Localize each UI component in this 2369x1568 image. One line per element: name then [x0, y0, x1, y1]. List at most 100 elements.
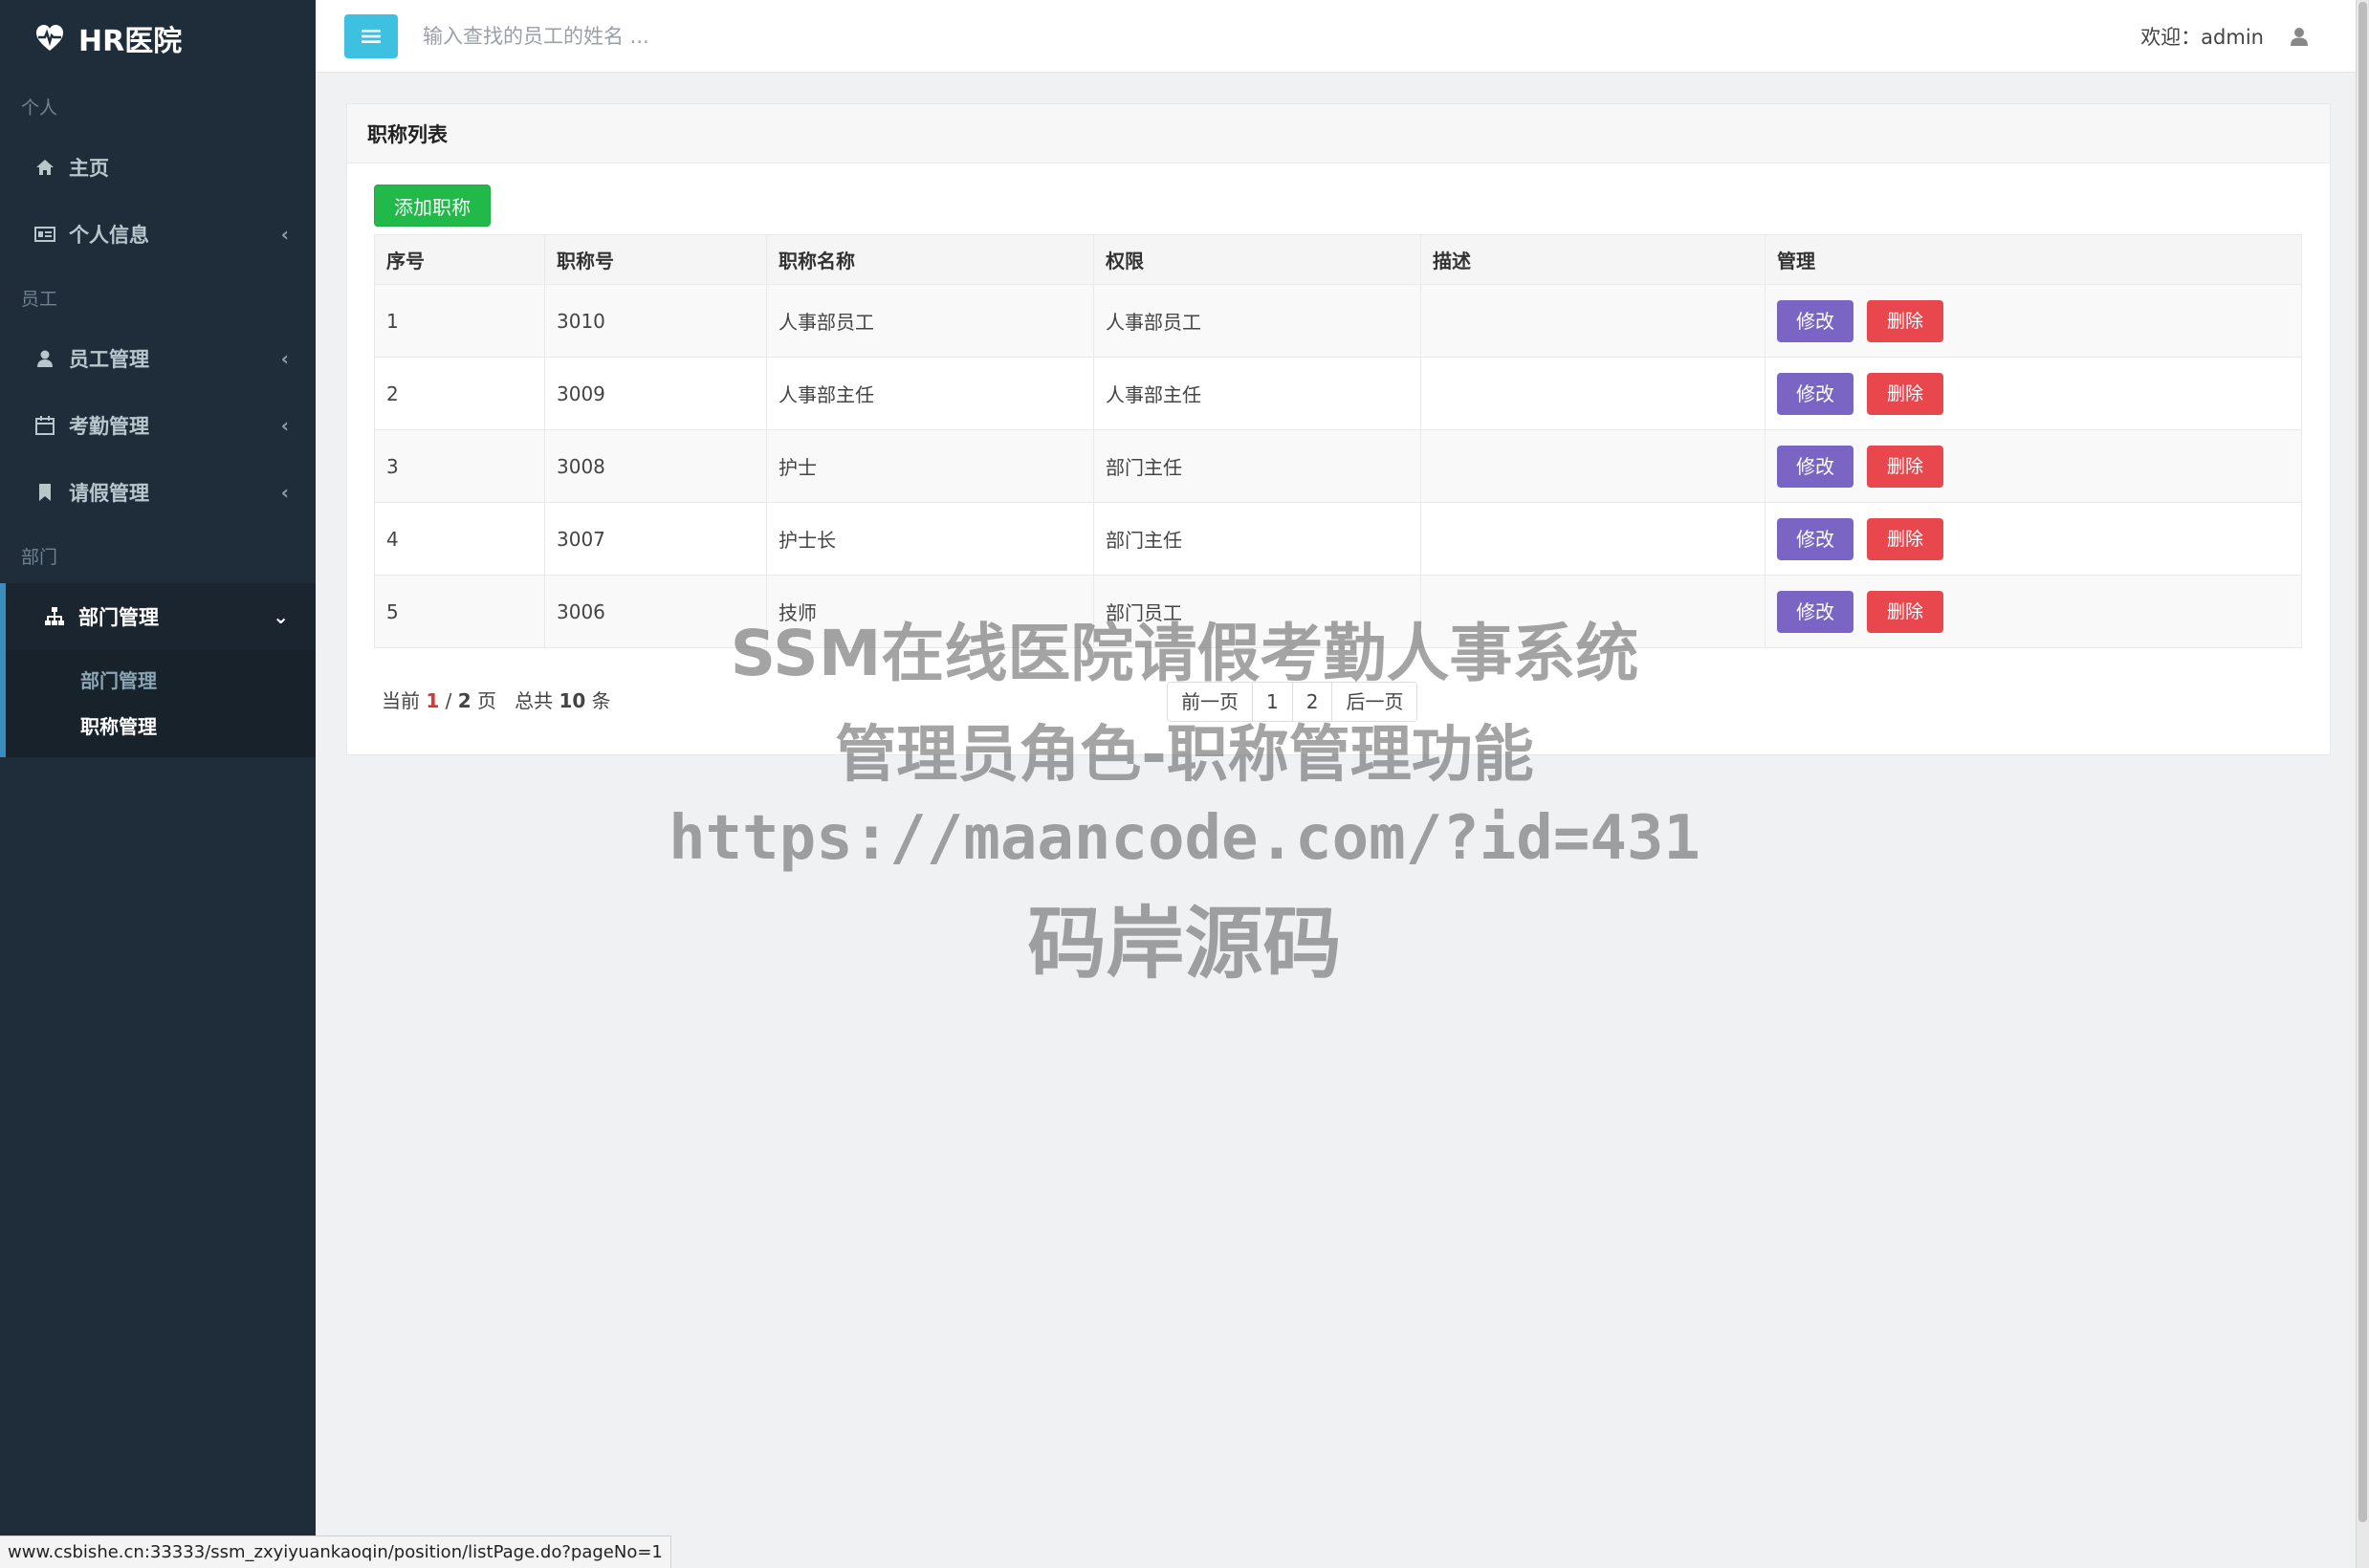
title-table: 序号 职称号 职称名称 权限 描述 管理 1 3010 人事部员工 人事部员工 …	[374, 234, 2302, 648]
edit-button[interactable]: 修改	[1777, 299, 1854, 342]
count-word: 条	[591, 689, 611, 712]
sidebar: HR医院 个人 主页 个人信息 ‹ 员工 员工管理 ‹ 考勤管理 ‹ 请假管理 …	[0, 0, 316, 1568]
table-row: 1 3010 人事部员工 人事部员工 修改 删除	[374, 284, 2302, 358]
cell-actions: 修改 删除	[1765, 575, 2302, 648]
column-header-permission: 权限	[1093, 234, 1421, 285]
brand-logo[interactable]: HR医院	[0, 0, 316, 76]
sidebar-item-label: 主页	[69, 157, 109, 180]
page-word: 页	[477, 689, 497, 712]
cell-permission: 部门主任	[1093, 502, 1421, 576]
cell-name: 技师	[766, 575, 1094, 648]
watermark-line-4: 码岸源码	[1027, 899, 1342, 990]
pagination-info: 当前 1 / 2 页 总共 10 条	[382, 686, 611, 713]
chevron-down-icon: ⌄	[273, 605, 289, 628]
delete-button[interactable]: 删除	[1867, 445, 1943, 488]
delete-button[interactable]: 删除	[1867, 590, 1943, 633]
column-header-code: 职称号	[544, 234, 767, 285]
column-header-description: 描述	[1420, 234, 1766, 285]
cell-actions: 修改 删除	[1765, 502, 2302, 576]
submenu-item-title-management[interactable]: 职称管理	[6, 702, 316, 748]
sidebar-item-leave-management[interactable]: 请假管理 ‹	[0, 459, 316, 526]
delete-button[interactable]: 删除	[1867, 517, 1943, 560]
cell-code: 3007	[544, 502, 767, 576]
cell-code: 3009	[544, 357, 767, 430]
user-icon	[37, 350, 53, 367]
welcome-user[interactable]: 欢迎：admin	[2140, 22, 2264, 51]
table-header-row: 序号 职称号 职称名称 权限 描述 管理	[374, 234, 2302, 285]
employee-search-input[interactable]	[423, 24, 1092, 48]
sidebar-item-attendance-management[interactable]: 考勤管理 ‹	[0, 392, 316, 459]
column-header-name: 职称名称	[766, 234, 1094, 285]
cell-description	[1420, 502, 1766, 576]
chevron-left-icon: ‹	[280, 223, 289, 246]
cell-actions: 修改 删除	[1765, 357, 2302, 430]
cell-name: 人事部主任	[766, 357, 1094, 430]
cell-index: 1	[374, 284, 545, 358]
add-title-button[interactable]: 添加职称	[374, 185, 491, 227]
submenu-item-department[interactable]: 部门管理	[6, 656, 316, 702]
cell-name: 护士	[766, 429, 1094, 503]
status-bar-url: www.csbishe.cn:33333/ssm_zxyiyuankaoqin/…	[0, 1535, 671, 1568]
pagination-prefix: 当前	[382, 689, 420, 712]
cell-permission: 人事部员工	[1093, 284, 1421, 358]
sidebar-item-profile[interactable]: 个人信息 ‹	[0, 201, 316, 268]
cell-permission: 部门员工	[1093, 575, 1421, 648]
current-page: 1	[426, 689, 440, 712]
user-icon[interactable]	[2289, 26, 2310, 47]
edit-button[interactable]: 修改	[1777, 517, 1854, 560]
sidebar-item-label: 考勤管理	[69, 415, 149, 438]
title-list-panel: 职称列表 添加职称 序号 职称号 职称名称 权限 描述 管理 1 3010 人事…	[346, 103, 2331, 755]
cell-name: 护士长	[766, 502, 1094, 576]
sidebar-item-department-management[interactable]: 部门管理 ⌄	[0, 583, 316, 650]
next-page-button[interactable]: 后一页	[1332, 683, 1417, 721]
calendar-icon	[35, 416, 55, 435]
sidebar-item-label: 部门管理	[78, 606, 159, 629]
chevron-left-icon: ‹	[280, 347, 289, 370]
sidebar-toggle-button[interactable]	[344, 13, 398, 58]
heartbeat-icon	[36, 25, 63, 51]
edit-button[interactable]: 修改	[1777, 372, 1854, 415]
chevron-left-icon: ‹	[280, 481, 289, 504]
sidebar-item-label: 请假管理	[69, 482, 149, 505]
edit-button[interactable]: 修改	[1777, 590, 1854, 633]
prev-page-button[interactable]: 前一页	[1168, 683, 1253, 721]
panel-title: 职称列表	[347, 104, 2330, 163]
page-scrollbar[interactable]	[2356, 0, 2369, 1568]
edit-button[interactable]: 修改	[1777, 445, 1854, 488]
sidebar-item-label: 个人信息	[69, 224, 149, 247]
cell-code: 3008	[544, 429, 767, 503]
cell-description	[1420, 284, 1766, 358]
sidebar-item-home[interactable]: 主页	[0, 134, 316, 201]
delete-button[interactable]: 删除	[1867, 372, 1943, 415]
cell-index: 3	[374, 429, 545, 503]
id-card-icon	[34, 227, 55, 242]
column-header-index: 序号	[374, 234, 545, 285]
cell-actions: 修改 删除	[1765, 284, 2302, 358]
cell-code: 3006	[544, 575, 767, 648]
sitemap-icon	[45, 607, 64, 625]
pagination-sep: /	[445, 689, 452, 712]
chevron-left-icon: ‹	[280, 414, 289, 437]
total-pages: 2	[457, 689, 472, 712]
brand-title: HR医院	[78, 25, 183, 58]
delete-button[interactable]: 删除	[1867, 299, 1943, 342]
sidebar-item-label: 员工管理	[69, 348, 149, 371]
sidebar-section-staff: 员工	[21, 289, 58, 310]
cell-index: 2	[374, 357, 545, 430]
cell-index: 4	[374, 502, 545, 576]
table-row: 2 3009 人事部主任 人事部主任 修改 删除	[374, 357, 2302, 430]
page-button-1[interactable]: 1	[1253, 683, 1293, 721]
cell-code: 3010	[544, 284, 767, 358]
department-submenu: 部门管理 职称管理	[0, 650, 316, 757]
top-navbar: 欢迎：admin	[316, 0, 2369, 73]
pagination: 前一页 1 2 后一页	[1167, 682, 1418, 722]
menu-icon	[362, 29, 381, 43]
cell-permission: 部门主任	[1093, 429, 1421, 503]
cell-description	[1420, 357, 1766, 430]
column-header-actions: 管理	[1765, 234, 2302, 285]
cell-description	[1420, 429, 1766, 503]
page-button-2[interactable]: 2	[1292, 683, 1333, 721]
cell-description	[1420, 575, 1766, 648]
scrollbar-thumb[interactable]	[2358, 2, 2367, 1522]
sidebar-item-employee-management[interactable]: 员工管理 ‹	[0, 325, 316, 392]
